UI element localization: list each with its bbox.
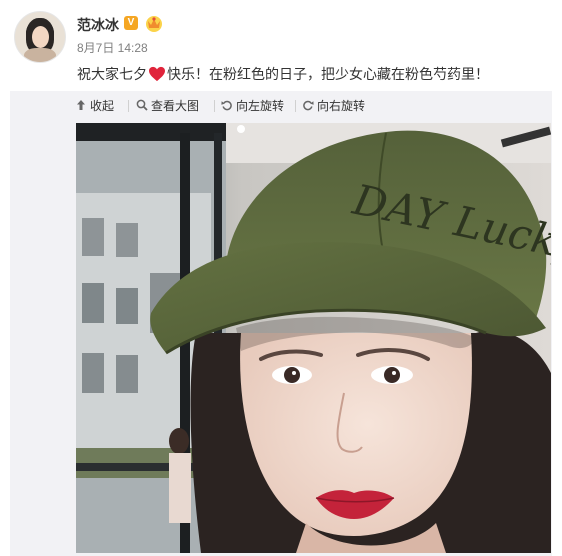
post-text-part-2: 快乐！在粉红色的日子，把少女心藏在粉色芍药里！ xyxy=(167,67,489,83)
toolbar-divider xyxy=(295,100,296,112)
verified-badge-icon: V xyxy=(124,16,138,30)
weibo-post: 范冰冰 V 8月7日 14:28 祝大家七夕 快乐！在粉红色的日子，把少女心藏在粉… xyxy=(0,0,562,556)
post-timestamp[interactable]: 8月7日 14:28 xyxy=(77,39,148,56)
rotate-right-button[interactable]: 向右旋转 xyxy=(302,97,365,115)
rotate-left-icon xyxy=(221,100,232,111)
photo-container: DAY Lucky xyxy=(10,121,552,556)
rotate-right-label: 向右旋转 xyxy=(317,99,366,113)
collapse-button[interactable]: 收起 xyxy=(75,97,114,115)
heart-icon xyxy=(149,66,165,82)
toolbar-divider xyxy=(214,100,215,112)
arrow-up-icon xyxy=(77,100,85,110)
selfie-photo[interactable]: DAY Lucky xyxy=(76,123,551,553)
image-toolbar: 收起 查看大图 向左旋转 向右旋转 xyxy=(10,91,552,121)
view-large-label: 查看大图 xyxy=(151,99,200,113)
post-text-part-1: 祝大家七夕 xyxy=(77,67,147,83)
post-text: 祝大家七夕 快乐！在粉红色的日子，把少女心藏在粉色芍药里！ xyxy=(77,64,489,84)
rotate-right-icon xyxy=(303,100,314,111)
rotate-left-button[interactable]: 向左旋转 xyxy=(221,97,284,115)
vip-crown-icon xyxy=(146,16,162,32)
author-avatar[interactable] xyxy=(14,11,66,63)
collapse-label: 收起 xyxy=(90,99,115,113)
toolbar-divider xyxy=(128,100,129,112)
rotate-left-label: 向左旋转 xyxy=(236,99,285,113)
author-name[interactable]: 范冰冰 xyxy=(77,15,119,35)
view-large-button[interactable]: 查看大图 xyxy=(136,97,199,115)
magnifier-icon xyxy=(136,99,148,111)
